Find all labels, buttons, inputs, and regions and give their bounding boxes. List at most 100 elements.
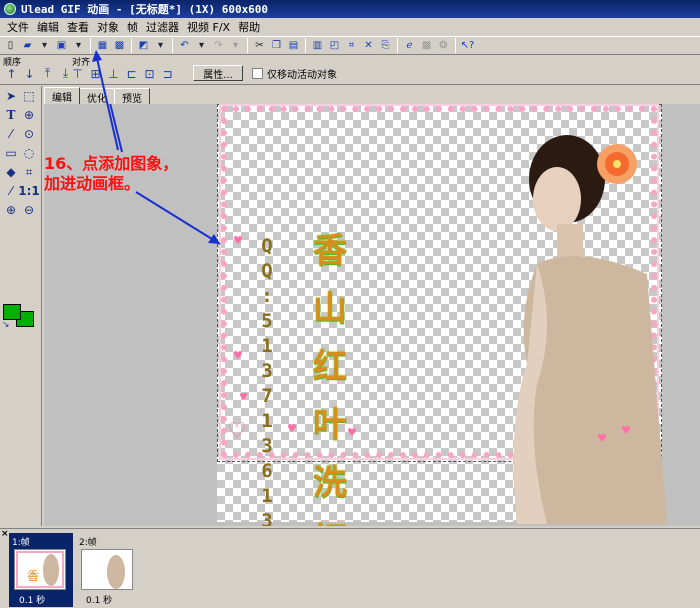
zoom-in-tool-icon[interactable]: ⊕ — [3, 202, 19, 218]
heart-decoration-icon: ♥ — [239, 392, 248, 403]
menu-bar: 文件 编辑 查看 对象 帧 过滤器 视频 F/X 帮助 — [0, 18, 700, 35]
menu-view[interactable]: 查看 — [63, 19, 93, 35]
qq-char: Q — [261, 260, 273, 282]
dropdown-arrow-icon[interactable]: ▾ — [153, 38, 168, 53]
cut-icon[interactable]: ✂ — [252, 38, 267, 53]
effect-icon[interactable]: ◩ — [136, 38, 151, 53]
transform-tool-icon[interactable]: ⊕ — [21, 107, 37, 123]
brush-tool-icon[interactable]: ⁄ — [3, 126, 19, 142]
move-active-only-option[interactable]: 仅移动活动对象 — [252, 66, 337, 81]
bring-forward-icon[interactable]: ↑ — [4, 66, 19, 81]
tab-edit[interactable]: 编辑 — [44, 87, 80, 105]
eraser-tool-icon[interactable]: ▭ — [3, 145, 19, 161]
annotation-line-1: 16、点添加图象， — [44, 154, 179, 173]
heart-decoration-icon: ♥ — [287, 422, 297, 435]
app-icon — [4, 3, 16, 15]
dropdown-arrow-icon[interactable]: ▾ — [228, 38, 243, 53]
crop-tool-icon[interactable]: ⌗ — [21, 164, 37, 180]
redo-icon[interactable]: ↷ — [211, 38, 226, 53]
frame-thumbnail-2[interactable]: 2:帧 0.1 秒 — [76, 533, 140, 607]
menu-help[interactable]: 帮助 — [234, 19, 264, 35]
align-middle-icon[interactable]: ⊞ — [88, 66, 103, 81]
menu-frame[interactable]: 帧 — [123, 19, 142, 35]
close-panel-icon[interactable]: × — [1, 529, 9, 539]
title-bar: Ulead GIF 动画 - [无标题*] (1X) 600x600 — [0, 0, 700, 18]
menu-object[interactable]: 对象 — [93, 19, 123, 35]
image-canvas[interactable]: Q Q : 5 1 3 7 1 3 6 1 3 香 山 红 叶 洗 抠 图 ♥ … — [217, 104, 667, 526]
browser-preview-icon[interactable]: ℯ — [402, 38, 417, 53]
export-icon[interactable]: ⎘ — [378, 38, 393, 53]
toolbar-separator — [131, 38, 132, 53]
align-center-icon[interactable]: ⊡ — [142, 66, 157, 81]
copy-icon[interactable]: ❐ — [269, 38, 284, 53]
tab-preview[interactable]: 预览 — [114, 88, 150, 105]
text-tool-icon[interactable]: T — [3, 107, 19, 123]
frame-delay: 0.1 秒 — [86, 596, 113, 606]
add-video-icon[interactable]: ▩ — [112, 38, 127, 53]
frame-panel: × 1:帧 香 0.1 秒 2:帧 0.1 秒 — [0, 528, 700, 608]
menu-edit[interactable]: 编辑 — [33, 19, 63, 35]
paste-icon[interactable]: ▤ — [286, 38, 301, 53]
align-right-icon[interactable]: ⊐ — [160, 66, 175, 81]
menu-video-fx[interactable]: 视频 F/X — [183, 19, 234, 35]
object-toolbar: 顺序 对齐 ↑ ↓ ⤒ ⤓ ⊤ ⊞ ⊥ ⊏ ⊡ ⊐ 属性... 仅移动活动对象 — [0, 55, 700, 85]
order-buttons: ↑ ↓ ⤒ ⤓ — [4, 66, 73, 81]
eyedropper-tool-icon[interactable]: ⁄ — [3, 183, 19, 199]
foreground-color-swatch[interactable] — [3, 304, 21, 320]
wizard-icon[interactable]: ❂ — [436, 38, 451, 53]
align-top-icon[interactable]: ⊤ — [70, 66, 85, 81]
frame-properties-icon[interactable]: ▥ — [310, 38, 325, 53]
heart-decoration-icon: ♥ — [233, 349, 243, 362]
poem-char: 洗 — [313, 463, 347, 503]
heart-decoration-icon: ♥ — [621, 424, 631, 437]
qq-char: 3 — [261, 360, 273, 382]
magic-wand-tool-icon[interactable]: ◌ — [21, 145, 37, 161]
swap-colors-icon[interactable]: ↘ — [2, 320, 10, 330]
marquee-tool-icon[interactable]: ⬚ — [21, 88, 37, 104]
tab-optimize[interactable]: 优化 — [79, 88, 115, 105]
duplicate-frame-icon[interactable]: ◰ — [327, 38, 342, 53]
poem-char: 香 — [313, 231, 347, 271]
align-left-icon[interactable]: ⊏ — [124, 66, 139, 81]
frame-preview — [81, 549, 133, 590]
dropdown-arrow-icon[interactable]: ▾ — [71, 38, 86, 53]
bring-to-front-icon[interactable]: ⤒ — [40, 66, 55, 81]
optimize-icon[interactable]: ▩ — [419, 38, 434, 53]
poem-text-vertical: 香 山 红 叶 洗 抠 图 — [307, 222, 353, 526]
dropdown-arrow-icon[interactable]: ▾ — [37, 38, 52, 53]
crop-icon[interactable]: ⌗ — [344, 38, 359, 53]
new-file-icon[interactable]: ▯ — [3, 38, 18, 53]
send-backward-icon[interactable]: ↓ — [22, 66, 37, 81]
lasso-tool-icon[interactable]: ⊙ — [21, 126, 37, 142]
pick-tool-icon[interactable]: ➤ — [3, 88, 19, 104]
woman-photo — [513, 135, 667, 524]
delete-icon[interactable]: ✕ — [361, 38, 376, 53]
poem-char: 叶 — [313, 405, 347, 445]
heart-decoration-icon: ♥ — [597, 432, 607, 445]
dropdown-arrow-icon[interactable]: ▾ — [194, 38, 209, 53]
zoom-out-tool-icon[interactable]: ⊖ — [21, 202, 37, 218]
fill-tool-icon[interactable]: ◆ — [3, 164, 19, 180]
qq-number-vertical: Q Q : 5 1 3 7 1 3 6 1 3 — [257, 234, 277, 526]
open-folder-icon[interactable]: ▰ — [20, 38, 35, 53]
save-icon[interactable]: ▣ — [54, 38, 69, 53]
move-active-only-checkbox[interactable] — [252, 68, 263, 79]
qq-char: Q — [261, 235, 273, 257]
frame-preview: 香 — [14, 549, 66, 590]
properties-button[interactable]: 属性... — [193, 65, 243, 81]
menu-filter[interactable]: 过滤器 — [142, 19, 183, 35]
align-bottom-icon[interactable]: ⊥ — [106, 66, 121, 81]
frame-number: 1:帧 — [12, 538, 30, 548]
frame-thumbnail-1[interactable]: 1:帧 香 0.1 秒 — [9, 533, 73, 607]
undo-icon[interactable]: ↶ — [177, 38, 192, 53]
align-buttons: ⊤ ⊞ ⊥ ⊏ ⊡ ⊐ — [70, 66, 175, 81]
qq-char: 1 — [261, 335, 273, 357]
svg-text:香: 香 — [27, 569, 39, 583]
heart-decoration-icon: ♥ — [347, 426, 357, 439]
qq-char: : — [261, 285, 273, 307]
context-help-icon[interactable]: ↖? — [460, 38, 475, 53]
actual-size-tool-icon[interactable]: 1:1 — [18, 183, 40, 199]
add-image-icon[interactable]: ▦ — [95, 38, 110, 53]
annotation-line-2: 加进动画框。 — [44, 174, 141, 193]
menu-file[interactable]: 文件 — [3, 19, 33, 35]
